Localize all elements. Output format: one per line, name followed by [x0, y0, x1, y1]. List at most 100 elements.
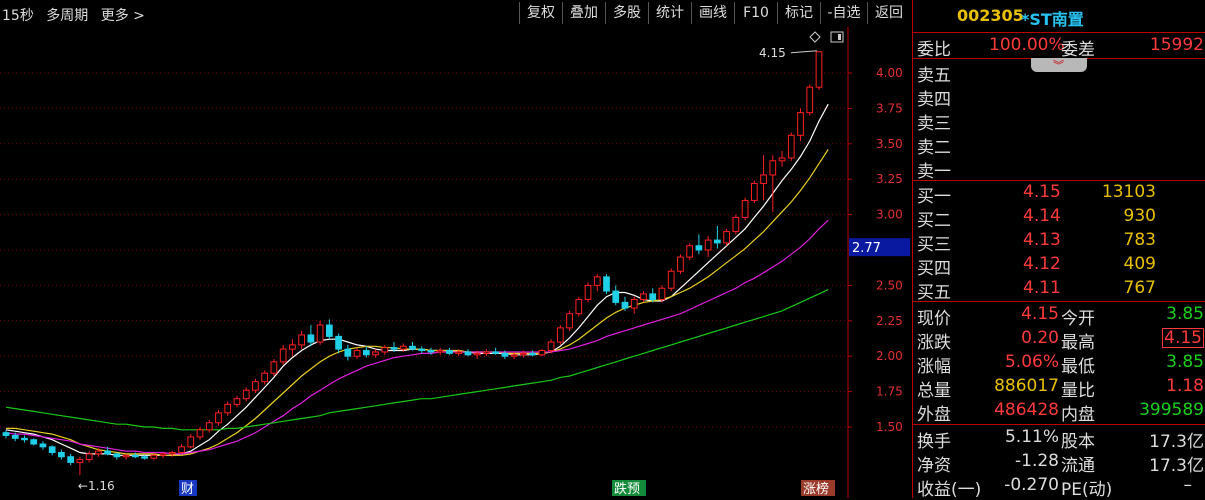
- candle: [85, 451, 93, 463]
- candle-body: [686, 245, 694, 258]
- remove-watchlist-button[interactable]: -自选: [820, 2, 867, 24]
- sell-1-row: 卖一: [913, 157, 1205, 182]
- current-price-label-text: 现价: [917, 309, 951, 329]
- candle: [48, 445, 56, 456]
- earnings-marker[interactable]: 财: [181, 482, 194, 497]
- candle-body: [307, 334, 315, 343]
- candle-body: [612, 290, 620, 303]
- candle-body: [538, 350, 546, 356]
- candle: [630, 296, 638, 314]
- candle-body: [760, 174, 767, 184]
- low-price-annotation: ←1.16: [78, 479, 115, 493]
- candle-body: [104, 450, 111, 455]
- period-15s[interactable]: 15秒: [2, 8, 34, 24]
- mark-button[interactable]: 标记: [777, 2, 820, 24]
- moving-average-line-3: [5, 219, 829, 455]
- candle: [603, 274, 610, 294]
- sell-4-row: 卖四: [913, 85, 1205, 110]
- candle-body: [316, 324, 324, 343]
- top-gainers-marker[interactable]: 涨榜: [803, 481, 829, 497]
- candle: [464, 349, 472, 357]
- candle: [252, 378, 259, 394]
- candle-body: [741, 199, 749, 218]
- buy-1-volume: 13103: [1101, 182, 1156, 202]
- more-menu[interactable]: 更多 >: [101, 8, 145, 24]
- candle-body: [76, 459, 84, 463]
- candle-body: [178, 446, 185, 453]
- candle: [289, 339, 296, 357]
- buy-2-row: 买二 4.14 930: [913, 206, 1205, 231]
- candle: [224, 401, 232, 416]
- candle-body: [547, 341, 555, 352]
- candle-body: [261, 372, 269, 383]
- candle-body: [11, 434, 19, 439]
- candle: [750, 180, 758, 204]
- multi-stock-button[interactable]: 多股: [605, 2, 648, 24]
- sell-4-label: 卖四: [917, 90, 951, 110]
- candle: [325, 319, 333, 340]
- overlay-button[interactable]: 叠加: [562, 2, 605, 24]
- candle: [58, 449, 65, 460]
- candle: [677, 254, 684, 275]
- y-tick-label: 2.00: [876, 349, 903, 363]
- y-tick-label: 2.25: [876, 314, 903, 328]
- candle-body: [289, 344, 296, 350]
- moving-average-line-4: [5, 289, 829, 431]
- candle: [196, 427, 204, 440]
- candle: [483, 349, 490, 357]
- buy-1-row: 买一 4.15 13103: [913, 182, 1205, 207]
- chart-toolbar: 15秒 多周期 更多 > 复权 叠加 多股 统计 画线 F10 标记 -自选 返…: [0, 0, 910, 27]
- net-asset-label: 净资: [917, 456, 951, 476]
- candle: [723, 228, 730, 246]
- candle-body: [85, 453, 93, 461]
- candle: [187, 434, 195, 449]
- low-label: 最低: [1061, 357, 1095, 377]
- candle-body: [196, 429, 204, 438]
- fin-row-eps: 收益(一) -0.270 PE(动) –: [913, 475, 1205, 500]
- back-button[interactable]: 返回: [867, 2, 910, 24]
- kline-chart[interactable]: 4.003.753.503.253.002.752.502.252.001.75…: [0, 27, 910, 498]
- candle: [797, 108, 804, 141]
- turnover-label: 换手: [917, 432, 951, 452]
- candle: [566, 310, 573, 331]
- candle-body: [704, 239, 712, 251]
- sell-3-row: 卖三: [913, 109, 1205, 134]
- drop-warning-marker[interactable]: 跌预: [614, 481, 640, 497]
- float-label: 流通: [1061, 456, 1095, 476]
- multi-period-button[interactable]: 多周期: [46, 8, 88, 24]
- fin-row-netasset: 净资 -1.28 流通 17.3亿: [913, 451, 1205, 476]
- pe-value: –: [1183, 475, 1193, 495]
- f10-button[interactable]: F10: [734, 2, 777, 24]
- sell-1-label: 卖一: [917, 162, 951, 182]
- candle-body: [464, 351, 472, 356]
- candle-body: [769, 160, 777, 176]
- candle: [538, 349, 546, 357]
- buy-1-price: 4.15: [1023, 182, 1061, 202]
- candle-body: [714, 239, 721, 244]
- buy-2-price: 4.14: [1023, 206, 1061, 226]
- candle: [446, 347, 453, 355]
- share-capital-label: 股本: [1061, 432, 1095, 452]
- statistics-button[interactable]: 统计: [648, 2, 691, 24]
- candle: [492, 347, 500, 355]
- candle-body: [122, 454, 130, 458]
- fuquan-button[interactable]: 复权: [519, 2, 562, 24]
- sell-5-row: 卖五: [913, 61, 1205, 86]
- buy-3-label: 买三: [917, 235, 951, 255]
- share-capital-value: 17.3亿: [1149, 432, 1204, 452]
- candle: [178, 443, 185, 454]
- candle-body: [797, 112, 804, 136]
- buy-5-label: 买五: [917, 283, 951, 303]
- buy-5-row: 买五 4.11 767: [913, 278, 1205, 303]
- draw-line-button[interactable]: 画线: [691, 2, 734, 24]
- chart-corner-icons[interactable]: [809, 31, 844, 43]
- buy-4-row: 买四 4.12 409: [913, 254, 1205, 279]
- eps-label: 收益(一): [917, 480, 982, 500]
- buy-3-volume: 783: [1123, 230, 1156, 250]
- candle-body: [58, 451, 65, 458]
- candle-body: [325, 324, 333, 337]
- candle-body: [242, 389, 250, 400]
- candle-body: [695, 245, 703, 251]
- open-value: 3.85: [1166, 304, 1204, 324]
- volume-label: 总量: [917, 381, 951, 401]
